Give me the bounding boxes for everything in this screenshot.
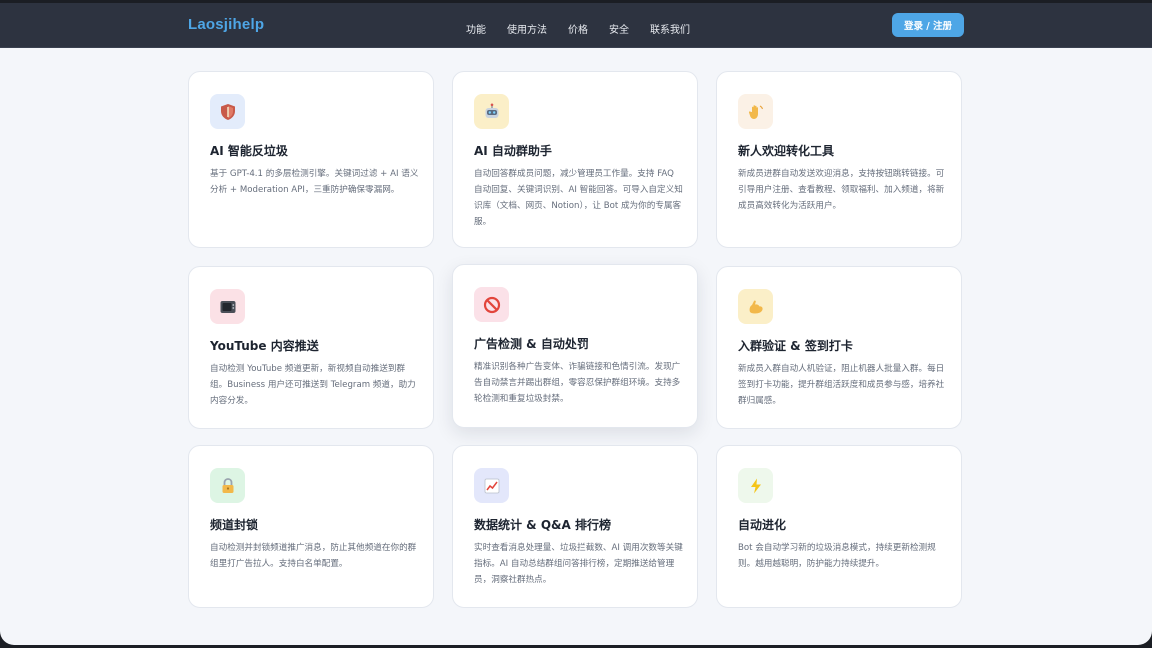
feature-title: YouTube 内容推送 — [210, 339, 319, 353]
feature-card-welcome: 新人欢迎转化工具 新成员进群自动发送欢迎消息，支持按钮跳转链接。可引导用户注册、… — [716, 71, 962, 248]
feature-description: 基于 GPT-4.1 的多层检测引擎。关键词过滤 + AI 语义分析 + Mod… — [210, 169, 419, 195]
feature-title: AI 自动群助手 — [474, 144, 552, 158]
feature-card-youtube: YouTube 内容推送 自动检测 YouTube 频道更新，新视频自动推送到群… — [188, 266, 434, 429]
lock-icon — [210, 468, 245, 503]
nav-security[interactable]: 安全 — [609, 21, 629, 36]
nav-pricing[interactable]: 价格 — [568, 21, 588, 36]
feature-description: 实时查看消息处理量、垃圾拦截数、AI 调用次数等关键指标。AI 自动总结群组问答… — [474, 543, 683, 585]
shield-icon — [210, 94, 245, 129]
feature-title: 频道封锁 — [210, 518, 259, 532]
nav-usage[interactable]: 使用方法 — [507, 21, 547, 36]
feature-description: Bot 会自动学习新的垃圾消息模式，持续更新检测规则。越用越聪明，防护能力持续提… — [738, 543, 936, 569]
feature-card-anti-spam: AI 智能反垃圾 基于 GPT-4.1 的多层检测引擎。关键词过滤 + AI 语… — [188, 71, 434, 248]
feature-card-verification: 入群验证 & 签到打卡 新成员入群自动人机验证，阻止机器人批量入群。每日签到打卡… — [716, 266, 962, 429]
robot-icon — [474, 94, 509, 129]
prohibited-icon — [474, 287, 509, 322]
feature-card-ai-assistant: AI 自动群助手 自动回答群成员问题，减少管理员工作量。支持 FAQ 自动回复、… — [452, 71, 698, 248]
feature-description: 自动检测并封锁频道推广消息，防止其他频道在你的群组里打广告拉人。支持白名单配置。 — [210, 543, 417, 569]
feature-title: AI 智能反垃圾 — [210, 144, 288, 158]
wave-hand-icon — [738, 94, 773, 129]
feature-description: 自动回答群成员问题，减少管理员工作量。支持 FAQ 自动回复、关键词识别、AI … — [474, 169, 683, 227]
nav-links: 功能 使用方法 价格 安全 联系我们 — [466, 18, 711, 37]
feature-description: 新成员进群自动发送欢迎消息，支持按钮跳转链接。可引导用户注册、查看教程、领取福利… — [738, 169, 945, 211]
feature-card-channel-block: 频道封锁 自动检测并封锁频道推广消息，防止其他频道在你的群组里打广告拉人。支持白… — [188, 445, 434, 608]
feature-description: 新成员入群自动人机验证，阻止机器人批量入群。每日签到打卡功能，提升群组活跃度和成… — [738, 364, 945, 406]
feature-card-ad-detection: 广告检测 & 自动处罚 精准识别各种广告变体、诈骗链接和色情引流。发现广告自动禁… — [452, 264, 698, 428]
feature-title: 数据统计 & Q&A 排行榜 — [474, 518, 611, 532]
feature-title: 入群验证 & 签到打卡 — [738, 339, 853, 353]
top-navbar: Laosjihelp 功能 使用方法 价格 安全 联系我们 登录 / 注册 — [0, 3, 1152, 48]
feature-title: 广告检测 & 自动处罚 — [474, 337, 589, 351]
feature-card-auto-evolve: 自动进化 Bot 会自动学习新的垃圾消息模式，持续更新检测规则。越用越聪明，防护… — [716, 445, 962, 608]
chart-icon — [474, 468, 509, 503]
lightning-icon — [738, 468, 773, 503]
brand-logo[interactable]: Laosjihelp — [188, 16, 264, 33]
feature-description: 自动检测 YouTube 频道更新，新视频自动推送到群组。Business 用户… — [210, 364, 416, 406]
feature-title: 自动进化 — [738, 518, 787, 532]
nav-contact[interactable]: 联系我们 — [650, 21, 690, 36]
login-register-button[interactable]: 登录 / 注册 — [892, 13, 964, 37]
browser-window: Laosjihelp 功能 使用方法 价格 安全 联系我们 登录 / 注册 AI 智能反… — [0, 3, 1152, 645]
feature-card-statistics: 数据统计 & Q&A 排行榜 实时查看消息处理量、垃圾拦截数、AI 调用次数等关… — [452, 445, 698, 608]
tv-icon — [210, 289, 245, 324]
nav-features[interactable]: 功能 — [466, 21, 486, 36]
muscle-icon — [738, 289, 773, 324]
feature-title: 新人欢迎转化工具 — [738, 144, 835, 158]
feature-description: 精准识别各种广告变体、诈骗链接和色情引流。发现广告自动禁言并踢出群组，零容忍保护… — [474, 362, 681, 404]
